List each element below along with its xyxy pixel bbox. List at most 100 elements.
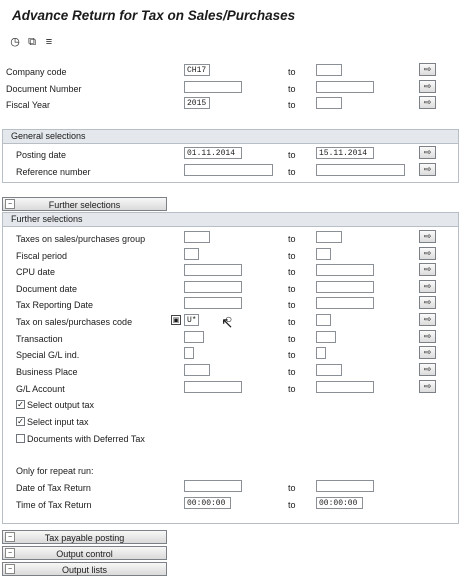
document-number-label: Document Number <box>6 84 82 94</box>
transaction-from-input[interactable] <box>184 331 204 343</box>
document-number-from-input[interactable] <box>184 81 242 93</box>
gl-account-to-input[interactable] <box>316 381 374 393</box>
gl-account-from-input[interactable] <box>184 381 242 393</box>
time-of-tax-return-from-input[interactable]: 00:00:00 <box>184 497 231 509</box>
tax-reporting-date-from-input[interactable] <box>184 297 242 309</box>
execute-icon[interactable]: ◷ <box>8 35 22 49</box>
multiple-selection-button[interactable]: ⇨ <box>419 146 436 159</box>
date-of-tax-return-from-input[interactable] <box>184 480 242 492</box>
to-label: to <box>288 251 296 261</box>
to-label: to <box>288 334 296 344</box>
posting-date-from-input[interactable]: 01.11.2014 <box>184 147 242 159</box>
cpu-date-from-input[interactable] <box>184 264 242 276</box>
multiple-selection-button[interactable]: ⇨ <box>419 80 436 93</box>
tax-group-to-input[interactable] <box>316 231 342 243</box>
document-date-label: Document date <box>16 284 78 294</box>
further-selections-toggle-button[interactable]: − Further selections <box>2 197 167 211</box>
title-bar: Advance Return for Tax on Sales/Purchase… <box>0 0 460 30</box>
tax-reporting-date-label: Tax Reporting Date <box>16 300 94 310</box>
to-label: to <box>288 483 296 493</box>
cpu-date-label: CPU date <box>16 267 56 277</box>
multiple-selection-button[interactable]: ⇨ <box>419 330 436 343</box>
multiple-selection-button[interactable]: ⇨ <box>419 263 436 276</box>
multiple-selection-button[interactable]: ⇨ <box>419 247 436 260</box>
company-code-label: Company code <box>6 67 67 77</box>
select-output-tax-label: Select output tax <box>27 400 95 410</box>
tax-payable-posting-button[interactable]: − Tax payable posting <box>2 530 167 544</box>
to-label: to <box>288 367 296 377</box>
tax-code-to-input[interactable] <box>316 314 331 326</box>
multiple-selection-button[interactable]: ⇨ <box>419 230 436 243</box>
to-label: to <box>288 150 296 160</box>
button-label: Output control <box>56 549 113 559</box>
to-label: to <box>288 267 296 277</box>
special-gl-ind-to-input[interactable] <box>316 347 326 359</box>
time-of-tax-return-to-input[interactable]: 00:00:00 <box>316 497 363 509</box>
company-code-from-input[interactable]: CH17 <box>184 64 210 76</box>
document-date-to-input[interactable] <box>316 281 374 293</box>
document-date-from-input[interactable] <box>184 281 242 293</box>
transaction-to-input[interactable] <box>316 331 336 343</box>
select-input-tax-checkbox[interactable]: ✓ <box>16 417 25 426</box>
save-variant-icon[interactable]: ⧉ <box>25 35 39 49</box>
posting-date-to-input[interactable]: 15.11.2014 <box>316 147 374 159</box>
cpu-date-to-input[interactable] <box>316 264 374 276</box>
tax-code-label: Tax on sales/purchases code <box>16 317 133 327</box>
deferred-tax-label: Documents with Deferred Tax <box>27 434 145 444</box>
business-place-to-input[interactable] <box>316 364 342 376</box>
section-title: Further selections <box>11 214 83 224</box>
multiple-selection-button[interactable]: ⇨ <box>419 363 436 376</box>
multiple-selection-button[interactable]: ⇨ <box>419 163 436 176</box>
document-number-to-input[interactable] <box>316 81 374 93</box>
to-label: to <box>288 350 296 360</box>
reference-number-to-input[interactable] <box>316 164 405 176</box>
page-title: Advance Return for Tax on Sales/Purchase… <box>12 8 296 23</box>
multiple-selection-button[interactable]: ⇨ <box>419 380 436 393</box>
match-code-icon[interactable]: ▣ <box>171 315 181 325</box>
button-label: Tax payable posting <box>44 533 125 543</box>
reference-number-label: Reference number <box>16 167 91 177</box>
multiple-selection-button[interactable]: ⇨ <box>419 296 436 309</box>
output-lists-button[interactable]: − Output lists <box>2 562 167 576</box>
tax-reporting-date-to-input[interactable] <box>316 297 374 309</box>
to-label: to <box>288 384 296 394</box>
button-label: Further selections <box>48 200 121 210</box>
variant-list-icon[interactable]: ≡ <box>42 35 56 49</box>
reference-number-from-input[interactable] <box>184 164 273 176</box>
to-label: to <box>288 84 296 94</box>
fiscal-year-label: Fiscal Year <box>6 100 51 110</box>
further-selections-header: Further selections <box>2 212 459 227</box>
deferred-tax-checkbox[interactable] <box>16 434 25 443</box>
multiple-selection-button[interactable]: ⇨ <box>419 280 436 293</box>
to-label: to <box>288 234 296 244</box>
general-selections-header: General selections <box>2 129 459 144</box>
repeat-run-label: Only for repeat run: <box>16 466 94 476</box>
gl-account-label: G/L Account <box>16 384 65 394</box>
search-help-icon: ○ <box>225 312 233 326</box>
business-place-from-input[interactable] <box>184 364 210 376</box>
special-gl-ind-label: Special G/L ind. <box>16 350 80 360</box>
to-label: to <box>288 317 296 327</box>
to-label: to <box>288 100 296 110</box>
select-output-tax-checkbox[interactable]: ✓ <box>16 400 25 409</box>
button-label: Output lists <box>61 565 108 575</box>
fiscal-period-to-input[interactable] <box>316 248 331 260</box>
company-code-to-input[interactable] <box>316 64 342 76</box>
date-of-tax-return-to-input[interactable] <box>316 480 374 492</box>
time-of-tax-return-label: Time of Tax Return <box>16 500 92 510</box>
output-control-button[interactable]: − Output control <box>2 546 167 560</box>
tax-code-from-input[interactable]: U* <box>184 314 199 326</box>
to-label: to <box>288 300 296 310</box>
business-place-label: Business Place <box>16 367 78 377</box>
special-gl-ind-from-input[interactable] <box>184 347 194 359</box>
multiple-selection-button[interactable]: ⇨ <box>419 346 436 359</box>
multiple-selection-button[interactable]: ⇨ <box>419 313 436 326</box>
fiscal-period-from-input[interactable] <box>184 248 199 260</box>
multiple-selection-button[interactable]: ⇨ <box>419 63 436 76</box>
tax-group-from-input[interactable] <box>184 231 210 243</box>
multiple-selection-button[interactable]: ⇨ <box>419 96 436 109</box>
transaction-label: Transaction <box>16 334 63 344</box>
fiscal-year-to-input[interactable] <box>316 97 342 109</box>
posting-date-label: Posting date <box>16 150 67 160</box>
fiscal-year-from-input[interactable]: 2015 <box>184 97 210 109</box>
